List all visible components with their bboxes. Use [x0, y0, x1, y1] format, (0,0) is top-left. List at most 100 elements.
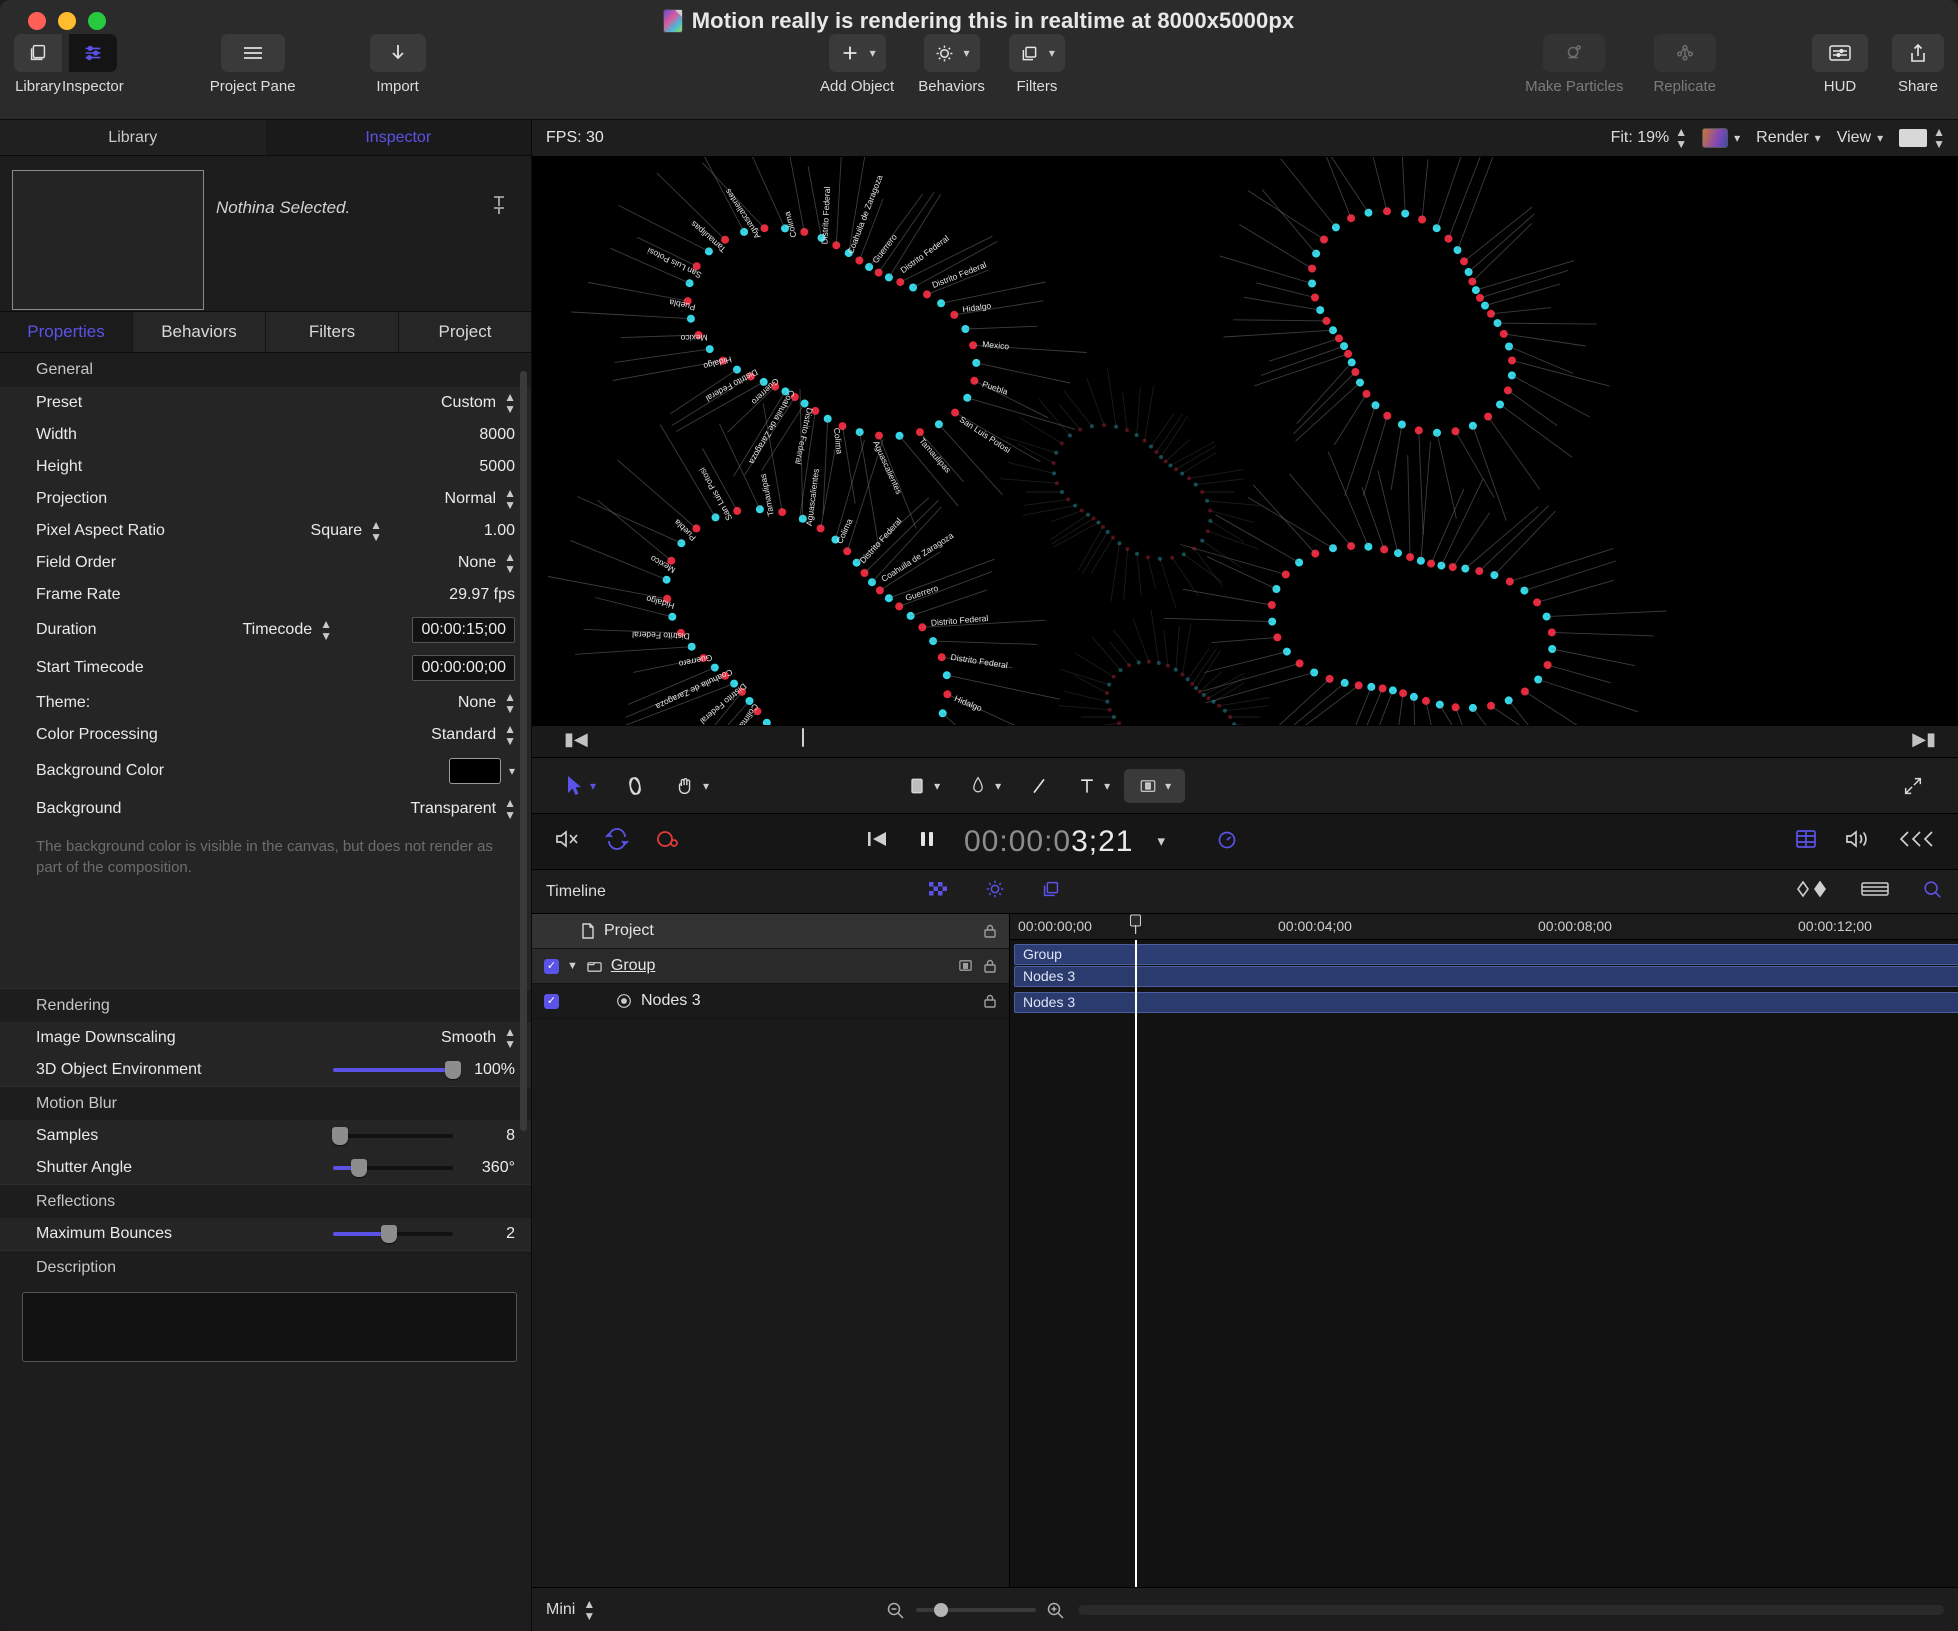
group-visibility-checkbox[interactable]: ✓ — [544, 958, 559, 974]
row-value[interactable]: 8000 — [479, 426, 515, 444]
samples-slider[interactable] — [332, 1127, 453, 1146]
tool-fullscreen[interactable] — [1888, 775, 1938, 797]
row-value-group[interactable]: 360° — [333, 1159, 515, 1178]
keyframe-nav-button[interactable] — [1796, 880, 1830, 903]
slider-knob[interactable] — [332, 1127, 349, 1146]
layer-row-project[interactable]: Project — [532, 914, 1009, 949]
keyframe-editor-button[interactable] — [926, 878, 950, 905]
row-preset[interactable]: Preset Custom ▲ ▼ — [0, 387, 531, 419]
add-object-button[interactable]: ▾ — [828, 34, 886, 72]
canvas-viewport[interactable]: Distrito Federal Hidalgo Mexico Puebla San L… — [532, 157, 1958, 726]
color-profile-control[interactable]: ▾ — [1702, 128, 1740, 148]
timeline-horizontal-scrollbar[interactable] — [1078, 1604, 1944, 1615]
tool-pan[interactable]: ▾ — [660, 775, 723, 797]
row-value-group[interactable]: None ▲ ▼ — [458, 691, 516, 715]
layer-name[interactable]: Group — [611, 957, 655, 975]
tool-text[interactable]: ▾ — [1063, 775, 1124, 797]
slider-knob[interactable] — [934, 1602, 949, 1617]
chevron-down-icon[interactable]: ▾ — [1734, 132, 1740, 144]
library-toolbar-item[interactable]: Library — [14, 34, 62, 95]
timeline-view-button[interactable] — [1860, 879, 1890, 904]
chevron-down-icon[interactable]: ▾ — [995, 780, 1001, 792]
section-header-reflections[interactable]: Reflections — [0, 1184, 531, 1219]
panel-segment-tabs[interactable]: Library Inspector — [0, 120, 531, 156]
lock-icon[interactable] — [983, 993, 997, 1009]
shutter-angle-slider[interactable] — [333, 1159, 453, 1178]
maximum-bounces-slider[interactable] — [333, 1225, 453, 1244]
row-icons[interactable] — [958, 958, 997, 974]
project-pane-button[interactable] — [220, 34, 285, 72]
mute-button[interactable] — [554, 828, 580, 855]
section-header-general[interactable]: General — [0, 353, 531, 387]
row-mid-group[interactable]: Timecode ▲ ▼ — [242, 618, 332, 642]
tab-properties[interactable]: Properties — [0, 312, 133, 352]
tool-3d-transform[interactable] — [610, 775, 660, 797]
row-duration[interactable]: Duration Timecode ▲ ▼ 00:00:15;00 — [0, 611, 531, 649]
canvas-mini-timeline[interactable]: ▮◀ ▶▮ — [532, 726, 1958, 758]
timeline-zoom-button[interactable] — [1920, 878, 1944, 905]
chevron-down-icon[interactable]: ▾ — [1157, 834, 1165, 849]
tool-shape[interactable]: ▾ — [893, 776, 954, 796]
popup-stepper-icon[interactable]: ▲ ▼ — [504, 723, 516, 747]
disclosure-triangle-icon[interactable]: ▼ — [567, 960, 578, 972]
timeline-bar-nodes3-b[interactable]: Nodes 3 — [1014, 992, 1958, 1013]
share-toolbar-item[interactable]: Share — [1892, 34, 1944, 95]
section-header-rendering[interactable]: Rendering — [0, 988, 531, 1023]
popup-stepper-icon[interactable]: ▲ ▼ — [1675, 126, 1687, 150]
popup-stepper-icon[interactable]: ▲ ▼ — [370, 519, 382, 543]
nodes-visibility-checkbox[interactable]: ✓ — [544, 993, 559, 1009]
layer-list[interactable]: Project ✓ ▼ Group ✓ Nodes 3 — [532, 914, 1010, 1587]
row-value-group[interactable]: Normal ▲ ▼ — [445, 487, 516, 511]
chevron-down-icon[interactable]: ▾ — [934, 780, 940, 792]
tool-select[interactable]: ▾ — [552, 775, 610, 796]
hud-button[interactable] — [1812, 34, 1868, 72]
row-shutter-angle[interactable]: Shutter Angle 360° — [0, 1152, 531, 1184]
timeline-mode-menu[interactable]: Mini ▲ ▼ — [546, 1598, 595, 1622]
row-start-timecode[interactable]: Start Timecode 00:00:00;00 — [0, 649, 531, 687]
layout-menu[interactable]: ▲ ▼ — [1899, 126, 1945, 150]
row-height[interactable]: Height 5000 — [0, 451, 531, 483]
import-toolbar-item[interactable]: Import — [369, 34, 426, 95]
clock-mode-button[interactable] — [1215, 827, 1239, 856]
row-value-group[interactable]: 00:00:15;00 — [412, 617, 515, 643]
popup-stepper-icon[interactable]: ▲ ▼ — [504, 487, 516, 511]
row-theme[interactable]: Theme: None ▲ ▼ — [0, 687, 531, 719]
chevron-down-icon[interactable]: ▾ — [1104, 780, 1110, 792]
description-textarea[interactable] — [22, 1292, 517, 1363]
row-value-group[interactable]: Custom ▲ ▼ — [441, 391, 516, 415]
background-color-swatch[interactable] — [448, 758, 501, 784]
row-mid-group[interactable]: Square ▲ ▼ — [311, 519, 382, 543]
properties-list[interactable]: General Preset Custom ▲ ▼ Width 8000 Hei… — [0, 353, 531, 1631]
row-value-group[interactable]: Transparent ▲ ▼ — [410, 797, 516, 821]
chevron-down-icon[interactable]: ▾ — [509, 765, 515, 777]
mini-playhead[interactable] — [802, 728, 813, 755]
row-background-color[interactable]: Background Color ▾ — [0, 751, 531, 791]
slider-knob[interactable] — [381, 1225, 398, 1244]
tab-behaviors[interactable]: Behaviors — [133, 312, 266, 352]
behaviors-toolbar-item[interactable]: ▾ Behaviors — [918, 34, 985, 95]
chevron-down-icon[interactable]: ▾ — [703, 780, 709, 792]
share-button[interactable] — [1892, 34, 1944, 72]
render-menu[interactable]: Render ▾ — [1756, 129, 1821, 147]
segment-tab-library[interactable]: Library — [0, 120, 266, 155]
go-to-start-button[interactable] — [864, 828, 890, 855]
row-3d-object-environment[interactable]: 3D Object Environment 100% — [0, 1054, 531, 1086]
tool-mask[interactable]: ▾ — [1124, 768, 1186, 803]
popup-stepper-icon[interactable]: ▲ ▼ — [504, 551, 516, 575]
row-value-group[interactable]: 00:00:00;00 — [412, 655, 515, 681]
audio-timeline-button[interactable] — [1040, 878, 1062, 905]
row-color-processing[interactable]: Color Processing Standard ▲ ▼ — [0, 719, 531, 751]
slider-knob[interactable] — [351, 1159, 368, 1178]
tab-filters[interactable]: Filters — [266, 312, 399, 352]
popup-stepper-icon[interactable]: ▲ ▼ — [504, 391, 516, 415]
view-menu[interactable]: View ▾ — [1837, 129, 1883, 147]
track-lanes[interactable]: Group Nodes 3 Nodes 3 — [1010, 940, 1958, 1587]
collapse-panel-button[interactable] — [1896, 828, 1936, 855]
fit-zoom-control[interactable]: Fit: 19% ▲ ▼ — [1611, 126, 1688, 150]
timeline-playhead-handle[interactable] — [1130, 914, 1141, 934]
in-point-marker-icon[interactable]: ▮◀ — [564, 730, 588, 748]
inspector-toolbar-item[interactable]: Inspector — [62, 34, 124, 95]
row-value-group[interactable]: 2 — [333, 1225, 515, 1244]
row-samples[interactable]: Samples 8 — [0, 1120, 531, 1152]
zoom-out-icon[interactable] — [886, 1601, 906, 1619]
